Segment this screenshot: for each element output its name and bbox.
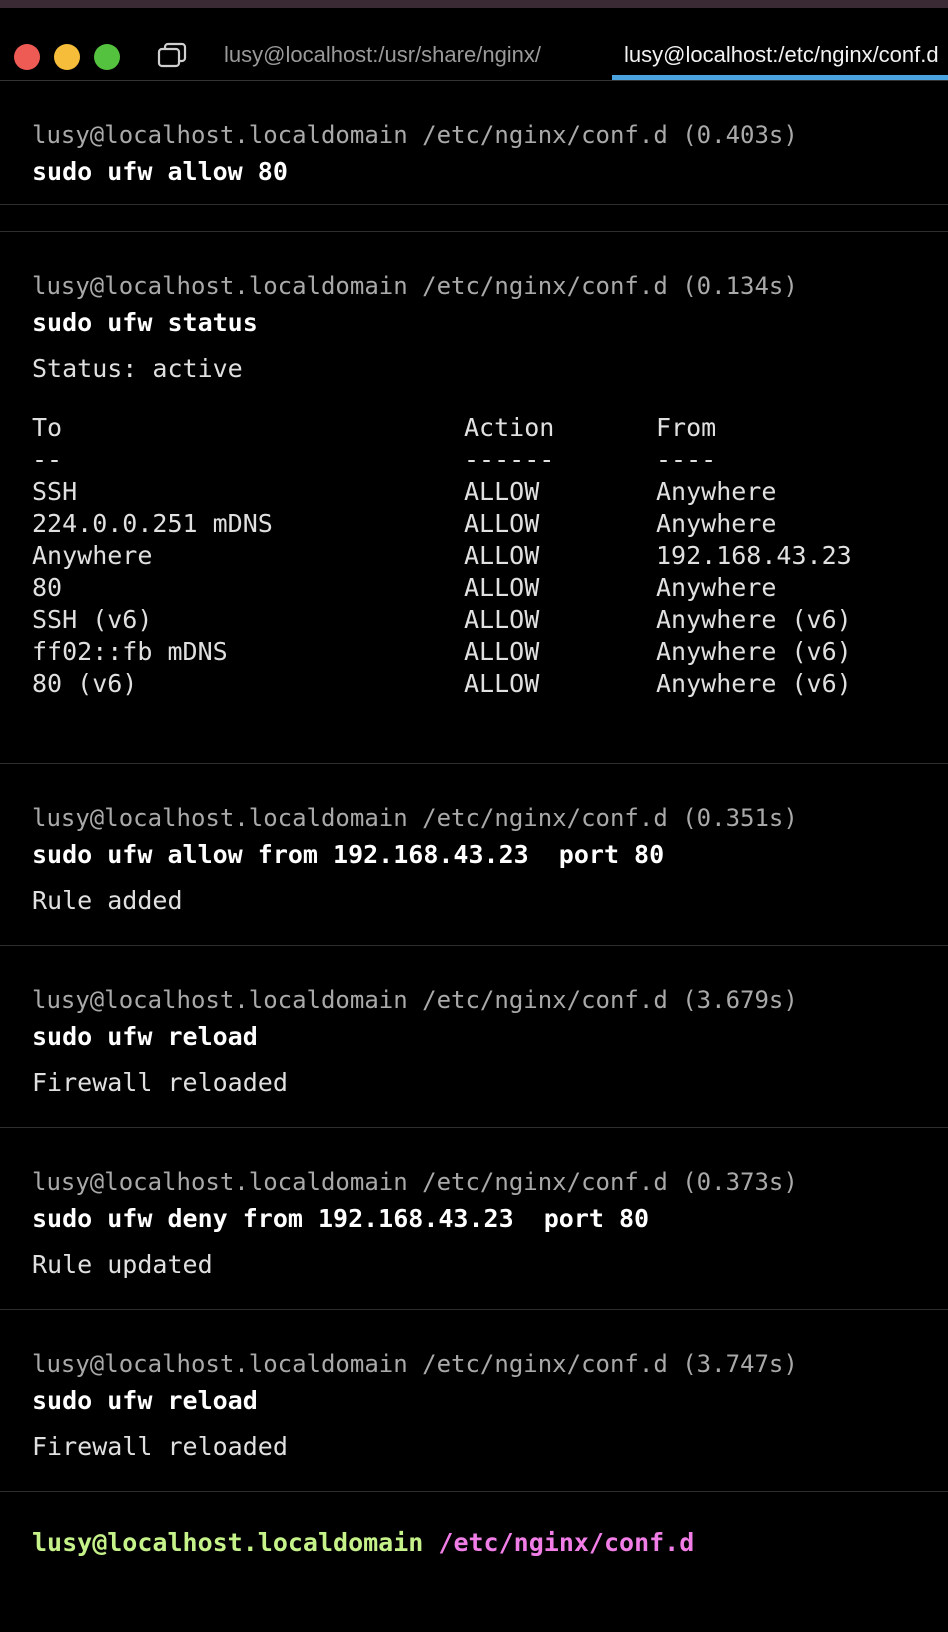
- command-text: sudo ufw reload: [32, 1022, 258, 1051]
- cell-action: ALLOW: [464, 477, 540, 506]
- cell-from: Anywhere (v6): [656, 605, 852, 634]
- cell-from: 192.168.43.23: [656, 541, 852, 570]
- cell-action: ALLOW: [464, 509, 540, 538]
- cell-from: Anywhere: [656, 573, 777, 602]
- table-row: ff02::fb mDNS ALLOW Anywhere (v6): [32, 636, 852, 668]
- command-block[interactable]: lusy@localhost.localdomain /etc/nginx/co…: [0, 81, 948, 205]
- header-to: To: [32, 413, 63, 442]
- prompt-line: lusy@localhost.localdomain /etc/nginx/co…: [32, 986, 798, 1014]
- cell-to: Anywhere: [32, 541, 153, 570]
- cell-action: ALLOW: [464, 605, 540, 634]
- table-row: SSH (v6) ALLOW Anywhere (v6): [32, 604, 852, 636]
- command-block[interactable]: lusy@localhost.localdomain /etc/nginx/co…: [0, 1310, 948, 1492]
- command-block[interactable]: lusy@localhost.localdomain /etc/nginx/co…: [0, 232, 948, 764]
- tab-etc-nginx-conf[interactable]: lusy@localhost:/etc/nginx/conf.d: [612, 30, 948, 80]
- command-text: sudo ufw allow 80: [32, 157, 288, 186]
- command-output: Status: active: [32, 354, 243, 383]
- command-block[interactable]: lusy@localhost.localdomain /etc/nginx/co…: [0, 764, 948, 946]
- command-text: sudo ufw status: [32, 308, 258, 337]
- cell-from: Anywhere: [656, 477, 777, 506]
- header-from: From: [656, 413, 717, 442]
- tab-usr-share-nginx[interactable]: lusy@localhost:/usr/share/nginx/: [224, 30, 594, 80]
- table-header: To Action From: [32, 412, 852, 444]
- zoom-button[interactable]: [94, 44, 120, 70]
- command-output: Firewall reloaded: [32, 1432, 288, 1461]
- separator-to: --: [32, 445, 63, 474]
- cell-to: SSH: [32, 477, 78, 506]
- cell-action: ALLOW: [464, 541, 540, 570]
- minimize-button[interactable]: [54, 44, 80, 70]
- prompt-line: lusy@localhost.localdomain /etc/nginx/co…: [32, 121, 798, 149]
- cell-action: ALLOW: [464, 573, 540, 602]
- close-button[interactable]: [14, 44, 40, 70]
- block-divider: [0, 205, 948, 232]
- window-top-strip: [0, 0, 948, 8]
- table-row: SSH ALLOW Anywhere: [32, 476, 852, 508]
- prompt-path: /etc/nginx/conf.d: [438, 1528, 695, 1557]
- command-text: sudo ufw reload: [32, 1386, 258, 1415]
- cell-to: ff02::fb mDNS: [32, 637, 228, 666]
- table-row: Anywhere ALLOW 192.168.43.23: [32, 540, 852, 572]
- separator-action: ------: [464, 445, 555, 474]
- cell-action: ALLOW: [464, 669, 540, 698]
- command-block[interactable]: lusy@localhost.localdomain /etc/nginx/co…: [0, 946, 948, 1128]
- cell-to: 224.0.0.251 mDNS: [32, 509, 273, 538]
- ufw-status-table: To Action From -- ------ ---- SSH ALLOW …: [32, 412, 852, 700]
- prompt-line: lusy@localhost.localdomain /etc/nginx/co…: [32, 272, 798, 300]
- prompt-line: lusy@localhost.localdomain /etc/nginx/co…: [32, 1168, 798, 1196]
- table-row: 80 (v6) ALLOW Anywhere (v6): [32, 668, 852, 700]
- cell-action: ALLOW: [464, 637, 540, 666]
- separator-from: ----: [656, 445, 717, 474]
- title-bar: lusy@localhost:/usr/share/nginx/ lusy@lo…: [0, 8, 948, 81]
- command-output: Rule added: [32, 886, 183, 915]
- cell-to: 80 (v6): [32, 669, 138, 698]
- command-output: Firewall reloaded: [32, 1068, 288, 1097]
- cell-to: SSH (v6): [32, 605, 153, 634]
- prompt-user: lusy@localhost.localdomain: [32, 1528, 424, 1557]
- cell-to: 80: [32, 573, 63, 602]
- tab-label: lusy@localhost:/etc/nginx/conf.d: [624, 42, 939, 67]
- cell-from: Anywhere: [656, 509, 777, 538]
- command-output: Rule updated: [32, 1250, 213, 1279]
- table-row: 80 ALLOW Anywhere: [32, 572, 852, 604]
- header-action: Action: [464, 413, 555, 442]
- command-text: sudo ufw allow from 192.168.43.23 port 8…: [32, 840, 665, 869]
- prompt-line: lusy@localhost.localdomain /etc/nginx/co…: [32, 1350, 798, 1378]
- tab-label: lusy@localhost:/usr/share/nginx/: [224, 42, 542, 67]
- prompt-line: lusy@localhost.localdomain /etc/nginx/co…: [32, 804, 798, 832]
- table-separator: -- ------ ----: [32, 444, 852, 476]
- cell-from: Anywhere (v6): [656, 637, 852, 666]
- tab-overview-icon[interactable]: [156, 42, 188, 68]
- cell-from: Anywhere (v6): [656, 669, 852, 698]
- command-block[interactable]: lusy@localhost.localdomain /etc/nginx/co…: [0, 1128, 948, 1310]
- window-controls: [14, 44, 120, 70]
- table-row: 224.0.0.251 mDNS ALLOW Anywhere: [32, 508, 852, 540]
- command-text: sudo ufw deny from 192.168.43.23 port 80: [32, 1204, 650, 1233]
- current-prompt[interactable]: lusy@localhost.localdomain /etc/nginx/co…: [0, 1492, 948, 1557]
